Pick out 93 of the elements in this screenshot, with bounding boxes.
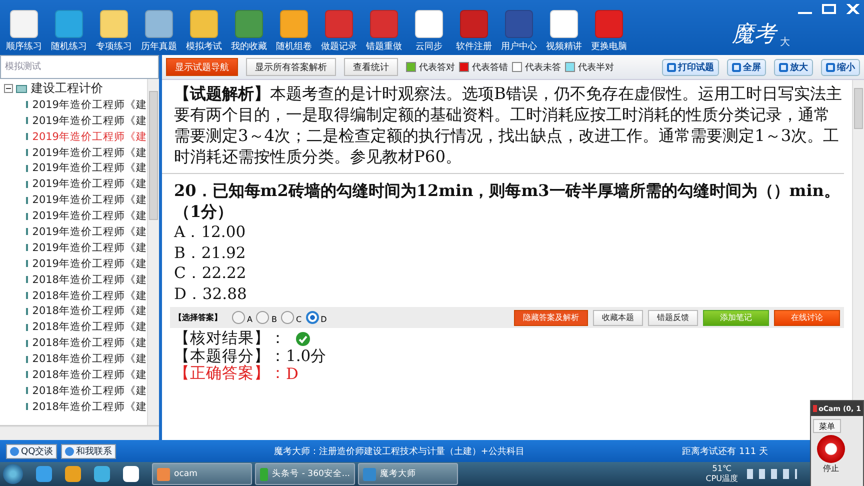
- stop-icon: [817, 435, 845, 463]
- scrollbar[interactable]: [0, 426, 159, 440]
- action-button[interactable]: 错题反馈: [648, 310, 698, 326]
- toolbar-button[interactable]: 软件注册: [452, 10, 496, 53]
- toolbar-button[interactable]: 顺序练习: [2, 10, 46, 53]
- toolbar-button[interactable]: 错题重做: [362, 10, 406, 53]
- legend-label: 代表答对: [419, 62, 455, 74]
- legend-label: 代表答错: [472, 62, 508, 74]
- toolbar-button[interactable]: 模拟考试: [182, 10, 226, 53]
- toolbar-button[interactable]: 随机练习: [47, 10, 91, 53]
- taskbar-button[interactable]: 头条号 - 360安全...: [255, 463, 355, 485]
- status-button[interactable]: QQ交谈: [6, 444, 58, 458]
- explanation-text: 【试题解析】本题考查的是计时观察法。选项B错误，仍不免存在虚假性。运用工时日写实法主要有两个目的，一是取得编制定额的基础资料。工时消耗应按工时消耗的性质分类记录，通常需要测定3～4次；二是检查定额的执行情况，找出缺点，改进工作。通常需要测定1～3次。工时消耗还需按性质分类。参见教材P60。: [174, 83, 843, 167]
- toolbar-button[interactable]: 做题记录: [317, 10, 361, 53]
- radio-label: D: [320, 315, 327, 324]
- tree-item[interactable]: 2019年造价工程师《建: [32, 209, 147, 224]
- tree-item[interactable]: 2018年造价工程师《建: [32, 288, 147, 303]
- menu-tab[interactable]: 菜单: [813, 419, 841, 433]
- countdown-text: 距离考试还有 111 天: [682, 446, 768, 458]
- result-label: 【正确答案】：: [174, 364, 286, 384]
- tray-icons[interactable]: [747, 469, 797, 479]
- question-text: 20．已知每m2砖墙的勾缝时间为12min，则每m3一砖半厚墙所需的勾缝时间为（）min。（1分）: [174, 180, 841, 222]
- toolbar-button[interactable]: 视频精讲: [542, 10, 586, 53]
- close-icon[interactable]: [846, 4, 860, 14]
- collapse-icon[interactable]: [4, 84, 13, 94]
- tree-item[interactable]: 2018年造价工程师《建: [32, 352, 147, 366]
- score-value: 1.0分: [286, 346, 327, 367]
- tree-item[interactable]: 2018年造价工程师《建: [32, 368, 147, 382]
- taskbar-button[interactable]: ocam: [152, 463, 252, 485]
- tree-item[interactable]: 2019年造价工程师《建: [32, 256, 147, 271]
- action-button[interactable]: 隐藏答案及解析: [514, 310, 588, 326]
- legend-label: 代表未答: [525, 62, 561, 74]
- taskbar-button[interactable]: 魔考大师: [358, 463, 458, 485]
- toolbar-button[interactable]: 历年真题: [137, 10, 181, 53]
- start-button[interactable]: [3, 464, 23, 484]
- tree-item[interactable]: 2019年造价工程师《建: [32, 146, 147, 160]
- tree-item[interactable]: 2019年造价工程师《建: [32, 177, 147, 192]
- result-label: 【本题得分】：: [174, 346, 286, 365]
- status-text: 魔考大师：注册造价师建设工程技术与计量（土建）+公共科目: [272, 446, 526, 458]
- radio-button[interactable]: [306, 311, 319, 324]
- toolbar-button[interactable]: 用户中心: [497, 10, 541, 53]
- radio-button[interactable]: [256, 311, 270, 324]
- maximize-icon[interactable]: [822, 4, 836, 14]
- toolbar-button[interactable]: 云同步: [407, 10, 451, 53]
- stop-button[interactable]: 停止: [811, 433, 845, 474]
- answer-option: D．32.88: [174, 284, 844, 304]
- search-field[interactable]: 模拟测试: [0, 55, 159, 79]
- radio-button[interactable]: [232, 311, 245, 324]
- tree-item[interactable]: 2019年造价工程师《建: [32, 240, 147, 255]
- toolbar-button[interactable]: 随机组卷: [272, 10, 316, 53]
- tree-item[interactable]: 2018年造价工程师《建: [32, 272, 147, 287]
- tree-item[interactable]: 2019年造价工程师《建: [32, 114, 147, 128]
- tree-item[interactable]: 2018年造价工程师《建: [32, 384, 147, 398]
- tree-item[interactable]: 2018年造价工程师《建: [32, 336, 147, 350]
- logo-text: 魔考: [732, 20, 776, 48]
- radio-label: C: [296, 315, 302, 324]
- temperature-text: 51℃: [712, 464, 732, 474]
- toolbar-button[interactable]: 显示试题导航: [166, 58, 238, 76]
- action-button[interactable]: 收藏本题: [593, 310, 643, 326]
- tree-item[interactable]: 2018年造价工程师《建: [32, 400, 147, 414]
- toolbar-button[interactable]: 更换电脑: [587, 10, 631, 53]
- radio-label: A: [247, 315, 252, 324]
- contact-icon: [65, 446, 74, 456]
- toolbar-button[interactable]: 查看统计: [344, 58, 398, 76]
- temperature-label: CPU温度: [706, 474, 738, 484]
- answer-label: 【选择答案】: [174, 312, 222, 323]
- toolbar-button[interactable]: 专项练习: [92, 10, 136, 53]
- toolbar-button[interactable]: 缩小: [821, 58, 860, 76]
- tree-item[interactable]: 2019年造价工程师《建: [32, 130, 147, 144]
- toolbar-button[interactable]: 我的收藏: [227, 10, 271, 53]
- tree-item[interactable]: 2019年造价工程师《建: [32, 161, 147, 176]
- chat-icon: [10, 446, 19, 456]
- radio-button[interactable]: [280, 311, 294, 324]
- tree-item[interactable]: 2018年造价工程师《建: [32, 304, 147, 318]
- legend-label: 代表半对: [578, 62, 614, 74]
- tree-item[interactable]: 建设工程计价: [31, 80, 103, 98]
- answer-value: D: [286, 364, 298, 383]
- toolbar-button[interactable]: 显示所有答案解析: [246, 58, 336, 76]
- toolbar-button[interactable]: 全屏: [727, 58, 766, 76]
- tree-item[interactable]: 2019年造价工程师《建: [32, 224, 147, 239]
- logo-text: 大: [780, 36, 790, 48]
- tree-item[interactable]: 2018年造价工程师《建: [32, 320, 147, 334]
- answer-option: B．21.92: [174, 242, 844, 263]
- status-button[interactable]: 和我联系: [61, 444, 116, 458]
- toolbar-button[interactable]: 打印试题: [662, 58, 719, 76]
- radio-label: B: [271, 315, 277, 324]
- answer-option: A．12.00: [174, 222, 844, 242]
- tree-item[interactable]: 2019年造价工程师《建: [32, 193, 147, 208]
- scrollbar[interactable]: [147, 79, 159, 425]
- result-label: 【核对结果】：: [174, 328, 286, 348]
- toolbar-button[interactable]: 放大: [774, 58, 813, 76]
- tree-item[interactable]: 2019年造价工程师《建: [32, 98, 147, 112]
- answer-option: C．22.22: [174, 263, 844, 284]
